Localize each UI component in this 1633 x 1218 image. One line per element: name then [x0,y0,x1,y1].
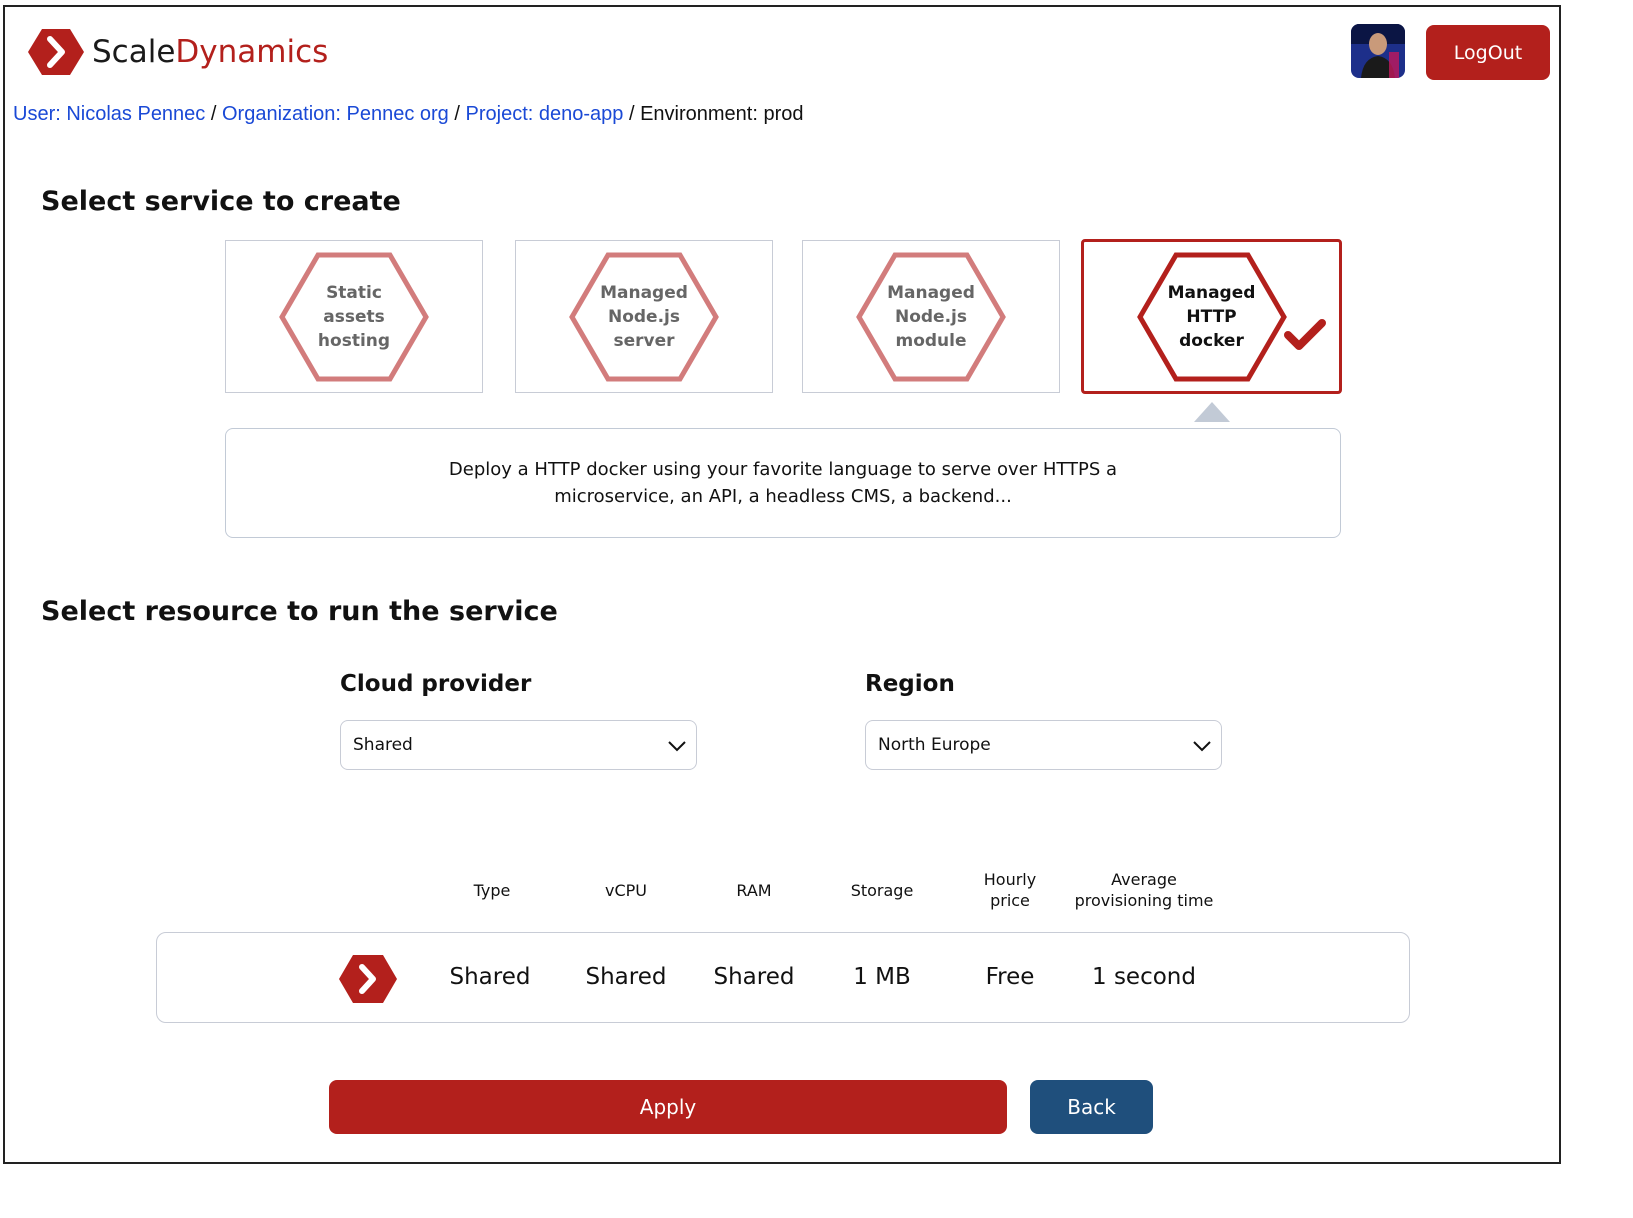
column-header-storage: Storage [850,881,914,900]
service-card-nodejs-server[interactable]: Managed Node.js server [515,240,773,393]
scaledynamics-resource-icon [339,955,397,1003]
column-header-provisioning-time: Average provisioning time [1074,870,1214,910]
column-header-hourly-price: Hourly price [983,870,1037,910]
brand-name-part2: Dynamics [175,34,329,70]
chevron-down-icon [1193,741,1211,752]
service-card-static-assets[interactable]: Static assets hosting [225,240,483,393]
brand-name-part1: Scale [92,34,176,70]
user-avatar-icon [1351,24,1405,78]
column-header-type: Type [473,881,511,900]
service-card-http-docker[interactable]: Managed HTTP docker [1081,239,1342,394]
resource-vcpu-value: Shared [585,964,667,990]
resource-type-value: Shared [449,964,531,990]
breadcrumb-project-link[interactable]: Project: deno-app [466,103,624,125]
avatar[interactable] [1351,24,1405,78]
cloud-provider-select[interactable]: Shared [340,720,697,770]
pointer-caret-icon [1194,402,1230,422]
scaledynamics-logo-icon [28,29,84,75]
breadcrumb-user-link[interactable]: User: Nicolas Pennec [13,103,205,125]
region-value: North Europe [878,735,991,755]
region-label: Region [865,671,955,697]
region-select[interactable]: North Europe [865,720,1222,770]
service-description: Deploy a HTTP docker using your favorite… [225,428,1341,538]
breadcrumb-environment: Environment: prod [640,103,804,125]
service-card-nodejs-module[interactable]: Managed Node.js module [802,240,1060,393]
breadcrumb-separator: / [454,103,460,125]
breadcrumb-organization-link[interactable]: Organization: Pennec org [222,103,449,125]
resource-section-title: Select resource to run the service [41,596,558,627]
breadcrumb-separator: / [628,103,635,125]
resource-ram-value: Shared [713,964,795,990]
back-button[interactable]: Back [1030,1080,1153,1134]
checkmark-icon [1284,318,1326,350]
brand-name: ScaleDynamics [92,30,328,74]
service-card-label: Static assets hosting [317,282,391,351]
apply-button[interactable]: Apply [329,1080,1007,1134]
resource-provisioning-value: 1 second [1092,964,1196,990]
cloud-provider-label: Cloud provider [340,671,532,697]
column-header-vcpu: vCPU [605,881,647,900]
breadcrumb-separator: / [210,103,217,125]
logout-button[interactable]: LogOut [1426,25,1550,80]
column-header-ram: RAM [736,881,772,900]
chevron-down-icon [668,741,686,752]
resource-price-value: Free [985,964,1035,990]
service-description-text: Deploy a HTTP docker using your favorite… [448,459,1118,507]
cloud-provider-value: Shared [353,735,413,755]
service-section-title: Select service to create [41,186,401,217]
resource-storage-value: 1 MB [853,964,911,990]
service-card-label: Managed Node.js server [600,282,688,351]
service-card-label: Managed Node.js module [887,282,975,351]
breadcrumb: User: Nicolas Pennec / Organization: Pen… [13,100,804,128]
